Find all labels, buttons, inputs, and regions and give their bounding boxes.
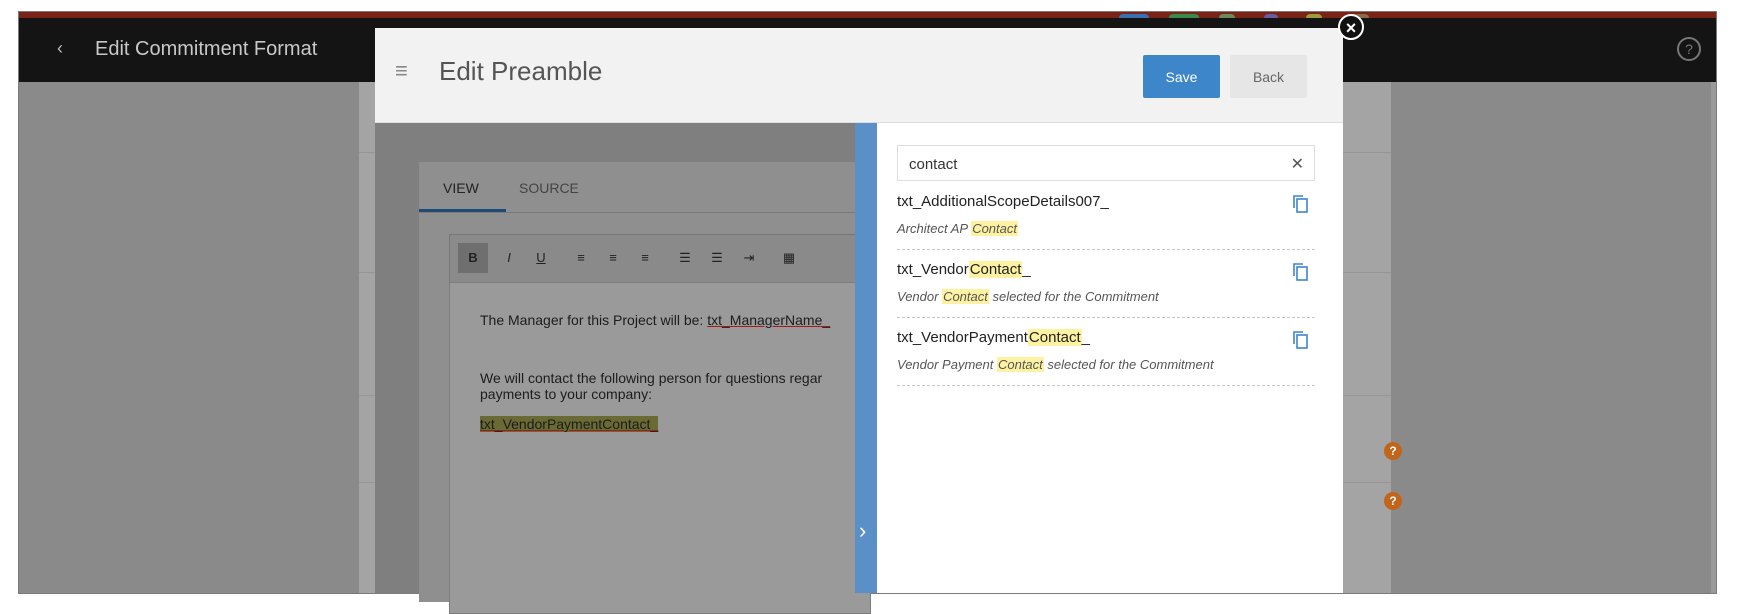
info-icon[interactable]: ?: [1384, 492, 1402, 510]
align-right-icon[interactable]: ≡: [630, 243, 660, 273]
save-button[interactable]: Save: [1143, 55, 1220, 98]
search-field: ✕: [897, 145, 1315, 181]
content-line: payments to your company:: [480, 386, 652, 402]
expand-chevron-icon[interactable]: ›: [859, 518, 866, 544]
align-center-icon[interactable]: ≡: [598, 243, 628, 273]
format-toolbar: B I U ≡ ≡ ≡ ☰ ☰ ⇥ ▦: [449, 234, 871, 284]
bold-button[interactable]: B: [458, 243, 488, 273]
menu-icon[interactable]: ≡: [395, 60, 408, 82]
italic-button[interactable]: I: [494, 243, 524, 273]
active-tab-indicator: [419, 209, 506, 212]
page-title: Edit Commitment Format: [95, 38, 318, 60]
field-name: txt_VendorPaymentContact_: [897, 329, 1090, 346]
tab-source[interactable]: SOURCE: [519, 180, 579, 196]
editor-area: VIEW SOURCE B I U ≡ ≡ ≡ ☰ ☰ ⇥ ▦ The Mana…: [375, 123, 871, 614]
back-chevron-icon[interactable]: ‹: [57, 38, 63, 59]
highlight: Contact: [968, 261, 1023, 278]
modal-title: Edit Preamble: [439, 56, 603, 86]
highlight: Contact: [996, 357, 1044, 372]
underline-button[interactable]: U: [526, 243, 556, 273]
close-icon[interactable]: ×: [1338, 14, 1364, 40]
field-description: Vendor Contact selected for the Commitme…: [897, 289, 1159, 304]
list-item[interactable]: txt_VendorContact_ Vendor Contact selecte…: [897, 251, 1315, 318]
back-button[interactable]: Back: [1230, 55, 1307, 98]
highlight: Contact: [971, 221, 1018, 236]
copy-icon[interactable]: [1292, 195, 1308, 213]
merge-field: txt_ManagerName_: [707, 312, 831, 328]
search-input[interactable]: [907, 152, 1271, 176]
list-item[interactable]: txt_VendorPaymentContact_ Vendor Payment …: [897, 319, 1315, 386]
editor-content[interactable]: The Manager for this Project will be: tx…: [449, 282, 871, 614]
highlight: Contact: [942, 289, 989, 304]
field-name: txt_AdditionalScopeDetails007_: [897, 193, 1109, 210]
align-left-icon[interactable]: ≡: [566, 243, 596, 273]
scrollbar[interactable]: [1711, 82, 1716, 593]
indent-icon[interactable]: ⇥: [734, 243, 764, 273]
copy-icon[interactable]: [1292, 263, 1308, 281]
highlight: Contact: [1027, 329, 1082, 346]
bullet-list-icon[interactable]: ☰: [670, 243, 700, 273]
editor-tabs: VIEW SOURCE: [419, 162, 864, 213]
clear-icon[interactable]: ✕: [1291, 154, 1304, 174]
field-description: Architect AP Contact: [897, 221, 1018, 236]
numbered-list-icon[interactable]: ☰: [702, 243, 732, 273]
edit-preamble-modal: ≡ Edit Preamble Save Back × VIEW SOURCE …: [375, 14, 1364, 614]
merge-field-panel: ✕ txt_AdditionalScopeDetails007_ Architec…: [877, 123, 1343, 593]
editor-card: VIEW SOURCE B I U ≡ ≡ ≡ ☰ ☰ ⇥ ▦ The Mana…: [419, 162, 871, 614]
content-line: We will contact the following person for…: [480, 370, 823, 386]
copy-icon[interactable]: [1292, 331, 1308, 349]
list-item[interactable]: txt_AdditionalScopeDetails007_ Architect …: [897, 183, 1315, 250]
tab-view[interactable]: VIEW: [443, 180, 479, 196]
content-line: The Manager for this Project will be:: [480, 312, 708, 328]
info-icon[interactable]: ?: [1384, 442, 1402, 460]
table-icon[interactable]: ▦: [774, 243, 804, 273]
field-description: Vendor Payment Contact selected for the …: [897, 357, 1214, 372]
field-name: txt_VendorContact_: [897, 261, 1031, 278]
help-icon[interactable]: ?: [1677, 37, 1701, 61]
merge-field: txt_VendorPaymentContact_: [480, 416, 659, 432]
modal-header: ≡ Edit Preamble Save Back: [375, 28, 1343, 123]
